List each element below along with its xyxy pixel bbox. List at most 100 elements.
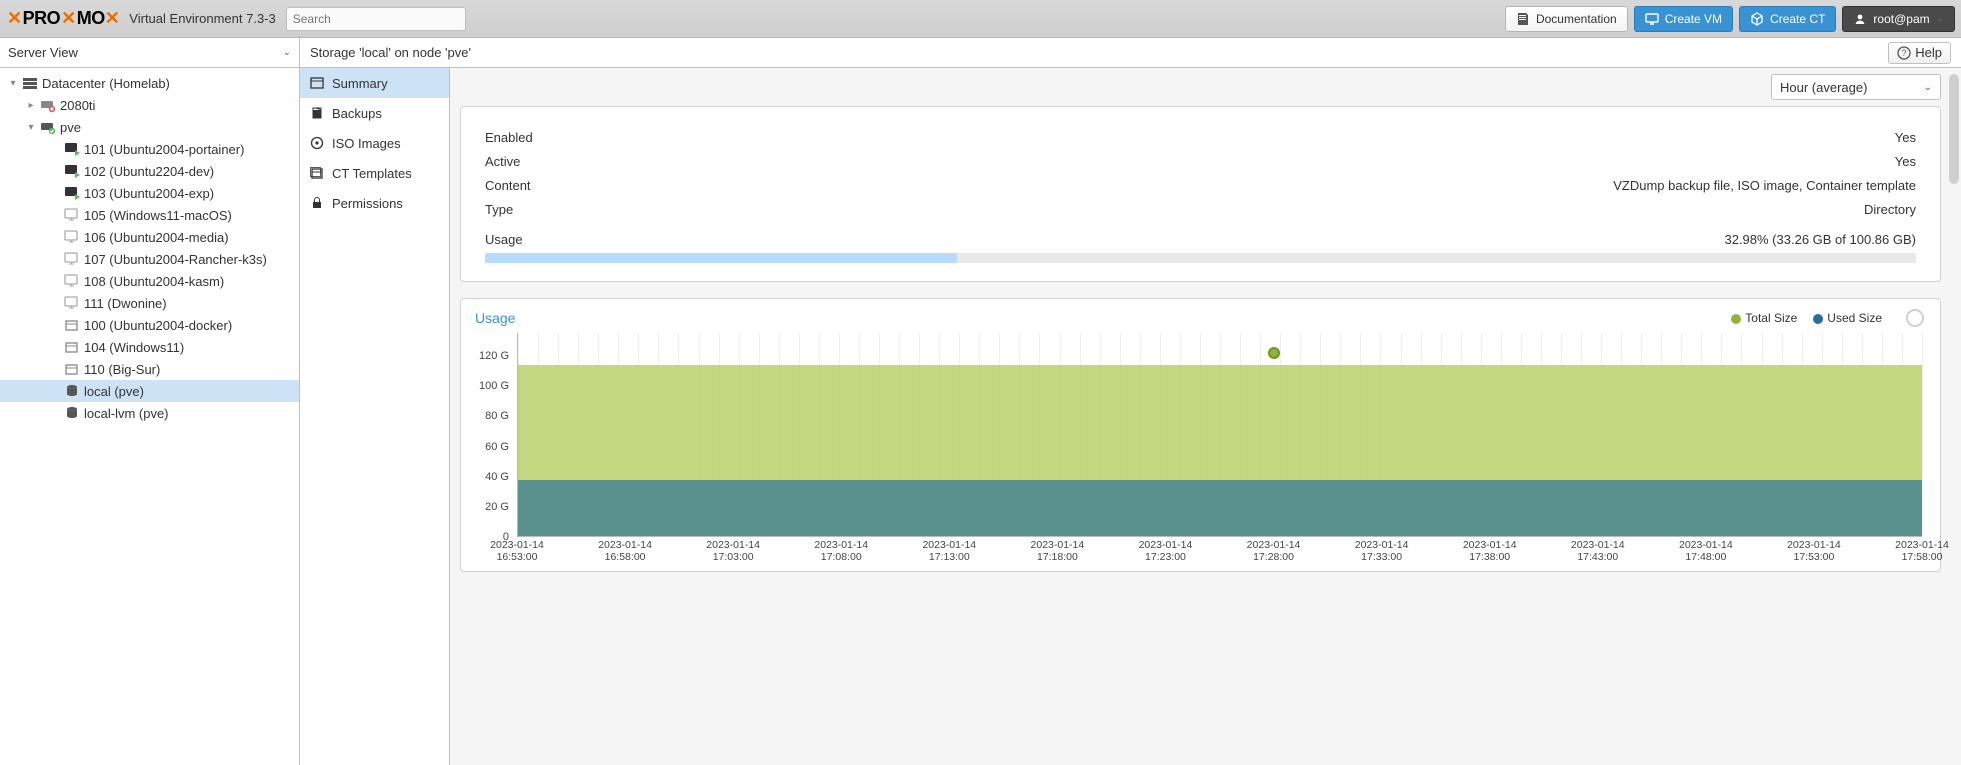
tree-node[interactable]: 106 (Ubuntu2004-media) — [0, 226, 299, 248]
tab-iso-images[interactable]: ISO Images — [300, 128, 449, 158]
storage-tabs: SummaryBackupsISO Images CT Templates Perm… — [300, 68, 450, 765]
summary-icon — [310, 76, 324, 90]
x-tick-label: 2023-01-1416:53:00 — [490, 539, 544, 563]
tree-node[interactable]: 100 (Ubuntu2004-docker) — [0, 314, 299, 336]
x-tick-label: 2023-01-1417:58:00 — [1895, 539, 1949, 563]
y-tick-label: 40 G — [485, 471, 509, 483]
vm-run-icon — [62, 141, 82, 157]
legend-used[interactable]: Used Size — [1813, 311, 1882, 325]
x-tick-label: 2023-01-1417:18:00 — [1031, 539, 1085, 563]
usage-chart-panel: Usage Total Size Used Size 020 G40 G60 G… — [460, 298, 1941, 572]
chevron-down-icon: ⌄ — [283, 47, 291, 58]
resource-tree[interactable]: ▾ Datacenter (Homelab) ▸2080ti▾pve101 (Ubu… — [0, 68, 300, 765]
tree-node-label: 103 (Ubuntu2004-exp) — [82, 186, 214, 201]
usage-label: Usage — [485, 232, 523, 247]
vm-off-icon — [62, 251, 82, 267]
x-tick-label: 2023-01-1417:28:00 — [1247, 539, 1301, 563]
tab-label: Permissions — [332, 196, 403, 211]
x-tick-label: 2023-01-1416:58:00 — [598, 539, 652, 563]
documentation-button[interactable]: Documentation — [1505, 6, 1628, 32]
cube-icon — [1750, 12, 1764, 26]
tab-permissions[interactable]: Permissions — [300, 188, 449, 218]
series-used — [518, 480, 1922, 536]
status-row: ContentVZDump backup file, ISO image, Co… — [485, 173, 1916, 197]
tab-label: CT Templates — [332, 166, 412, 181]
tree-node-label: local (pve) — [82, 384, 144, 399]
scrollbar[interactable] — [1947, 68, 1959, 765]
vm-off-icon — [62, 273, 82, 289]
tree-node-label: 107 (Ubuntu2004-Rancher-k3s) — [82, 252, 267, 267]
tree-node-label: 105 (Windows11-macOS) — [82, 208, 232, 223]
tree-node-label: 110 (Big-Sur) — [82, 362, 160, 377]
tree-node[interactable]: local-lvm (pve) — [0, 402, 299, 424]
x-axis: 2023-01-1416:53:002023-01-1416:58:002023… — [517, 537, 1922, 563]
create-ct-label: Create CT — [1770, 12, 1825, 26]
legend-total[interactable]: Total Size — [1731, 311, 1797, 325]
svg-text:?: ? — [1902, 48, 1907, 58]
iso-icon — [310, 136, 324, 150]
tree-node[interactable]: 101 (Ubuntu2004-portainer) — [0, 138, 299, 160]
tree-node[interactable]: 104 (Windows11) — [0, 336, 299, 358]
perm-icon — [310, 196, 324, 210]
search-input[interactable] — [286, 7, 466, 31]
x-tick-label: 2023-01-1417:43:00 — [1571, 539, 1625, 563]
vm-off-icon — [62, 207, 82, 223]
vm-run-icon — [62, 185, 82, 201]
tree-node[interactable]: 105 (Windows11-macOS) — [0, 204, 299, 226]
user-icon — [1853, 12, 1867, 26]
tree-node[interactable]: 103 (Ubuntu2004-exp) — [0, 182, 299, 204]
tree-node[interactable]: ▾ Datacenter (Homelab) — [0, 72, 299, 94]
help-label: Help — [1915, 45, 1942, 60]
expand-toggle[interactable]: ▾ — [6, 78, 20, 89]
breadcrumb-bar: Storage 'local' on node 'pve' ? Help — [300, 38, 1961, 68]
scrollbar-thumb[interactable] — [1949, 74, 1959, 184]
tree-node-label: Datacenter (Homelab) — [40, 76, 170, 91]
vm-off-icon — [62, 229, 82, 245]
user-menu-button[interactable]: root@pam ⌄ — [1842, 6, 1955, 32]
create-ct-button[interactable]: Create CT — [1739, 6, 1836, 32]
tab-backups[interactable]: Backups — [300, 98, 449, 128]
x-tick-label: 2023-01-1417:33:00 — [1355, 539, 1409, 563]
chart-plot-area[interactable]: 020 G40 G60 G80 G100 G120 G2023-01-1416:… — [517, 333, 1922, 563]
expand-toggle[interactable]: ▸ — [24, 100, 38, 111]
status-value: Directory — [1864, 202, 1916, 217]
tree-node-label: local-lvm (pve) — [82, 406, 169, 421]
status-key: Type — [485, 202, 513, 217]
chart-settings-icon[interactable] — [1906, 309, 1924, 327]
tab-summary[interactable]: Summary — [300, 68, 449, 98]
tree-node-label: 104 (Windows11) — [82, 340, 184, 355]
usage-text: 32.98% (33.26 GB of 100.86 GB) — [1724, 232, 1916, 247]
search-box[interactable] — [286, 7, 466, 31]
tree-node[interactable]: 107 (Ubuntu2004-Rancher-k3s) — [0, 248, 299, 270]
y-tick-label: 20 G — [485, 501, 509, 513]
tab-ct-templates[interactable]: CT Templates — [300, 158, 449, 188]
create-vm-button[interactable]: Create VM — [1634, 6, 1733, 32]
plot — [517, 333, 1922, 537]
y-tick-label: 100 G — [479, 380, 509, 392]
node-down-icon — [38, 97, 58, 113]
expand-toggle[interactable]: ▾ — [24, 122, 38, 133]
user-label: root@pam — [1873, 12, 1929, 26]
x-tick-label: 2023-01-1417:08:00 — [814, 539, 868, 563]
ct-icon — [62, 317, 82, 333]
tree-node-label: 102 (Ubuntu2204-dev) — [82, 164, 214, 179]
vm-run-icon — [62, 163, 82, 179]
status-panel: EnabledYesActiveYesContentVZDump backup … — [460, 106, 1941, 282]
tree-node[interactable]: 111 (Dwonine) — [0, 292, 299, 314]
datacenter-icon — [20, 75, 40, 91]
breadcrumb-text: Storage 'local' on node 'pve' — [310, 45, 471, 60]
tree-node[interactable]: local (pve) — [0, 380, 299, 402]
timerange-label: Hour (average) — [1780, 80, 1867, 95]
x-tick-label: 2023-01-1417:53:00 — [1787, 539, 1841, 563]
tree-node[interactable]: 110 (Big-Sur) — [0, 358, 299, 380]
view-selector[interactable]: Server View ⌄ — [0, 38, 300, 68]
help-button[interactable]: ? Help — [1888, 42, 1951, 64]
tree-node-label: 106 (Ubuntu2004-media) — [82, 230, 229, 245]
status-row: Type Directory — [485, 197, 1916, 221]
tree-node[interactable]: ▸2080ti — [0, 94, 299, 116]
timerange-combo[interactable]: Hour (average) ⌄ — [1771, 74, 1941, 100]
tree-node[interactable]: 108 (Ubuntu2004-kasm) — [0, 270, 299, 292]
tree-node[interactable]: ▾pve — [0, 116, 299, 138]
tree-node[interactable]: 102 (Ubuntu2204-dev) — [0, 160, 299, 182]
ct-icon — [62, 361, 82, 377]
